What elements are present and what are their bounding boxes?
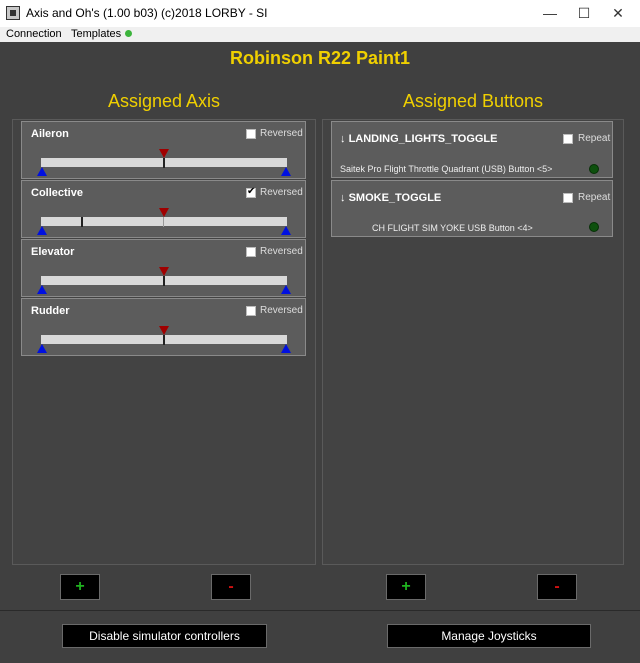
repeat-checkbox[interactable] xyxy=(563,134,573,144)
reversed-checkbox[interactable] xyxy=(246,306,256,316)
disable-simulator-controllers-button[interactable]: Disable simulator controllers xyxy=(62,624,267,648)
reversed-label: Reversed xyxy=(260,305,303,316)
button-status-led-icon xyxy=(589,164,599,174)
axis-card-collective[interactable]: Collective Reversed xyxy=(21,180,306,238)
axis-card-rudder[interactable]: Rudder Reversed xyxy=(21,298,306,356)
axis-section-title: Assigned Axis xyxy=(107,91,221,111)
title-bar: Axis and Oh's (1.00 b03) (c)2018 LORBY -… xyxy=(0,0,640,28)
axis-name: Aileron xyxy=(31,128,69,140)
button-event-name: ↓ LANDING_LIGHTS_TOGGLE xyxy=(340,133,498,145)
repeat-checkbox[interactable] xyxy=(563,193,573,203)
axis-name: Collective xyxy=(31,187,83,199)
repeat-label: Repeat xyxy=(578,192,611,203)
axis-track xyxy=(41,217,287,226)
reversed-checkbox[interactable] xyxy=(246,129,256,139)
device-button-label: CH FLIGHT SIM YOKE USB Button <4> xyxy=(372,223,533,233)
center-marker-icon[interactable] xyxy=(159,149,169,158)
center-marker-icon[interactable] xyxy=(159,267,169,276)
app-icon xyxy=(6,6,20,20)
axis-position-marker xyxy=(81,217,83,227)
menu-connection[interactable]: Connection xyxy=(6,28,62,40)
trigger-arrow-icon: ↓ xyxy=(340,192,346,204)
profile-title: Robinson R22 Paint1 xyxy=(229,48,411,68)
button-card-landing-lights[interactable]: ↓ LANDING_LIGHTS_TOGGLE Repeat Saitek Pr… xyxy=(331,121,613,178)
axis-name: Elevator xyxy=(31,246,75,258)
connection-status-icon xyxy=(125,30,132,37)
max-handle-icon[interactable] xyxy=(281,226,291,235)
device-button-label: Saitek Pro Flight Throttle Quadrant (USB… xyxy=(340,164,553,174)
min-handle-icon[interactable] xyxy=(37,344,47,353)
center-marker-icon[interactable] xyxy=(159,326,169,335)
axis-position-marker xyxy=(163,276,165,286)
reversed-label: Reversed xyxy=(260,246,303,257)
max-handle-icon[interactable] xyxy=(281,344,291,353)
button-status-led-icon xyxy=(589,222,599,232)
min-handle-icon[interactable] xyxy=(37,285,47,294)
center-marker-icon[interactable] xyxy=(159,208,169,217)
repeat-label: Repeat xyxy=(578,133,611,144)
axis-name: Rudder xyxy=(31,305,70,317)
window-title: Axis and Oh's (1.00 b03) (c)2018 LORBY -… xyxy=(26,6,268,20)
max-handle-icon[interactable] xyxy=(281,167,291,176)
axis-center-line xyxy=(163,217,164,227)
close-button[interactable]: ✕ xyxy=(595,0,640,27)
remove-axis-button[interactable]: - xyxy=(211,574,251,600)
manage-joysticks-button[interactable]: Manage Joysticks xyxy=(387,624,591,648)
min-handle-icon[interactable] xyxy=(37,167,47,176)
min-handle-icon[interactable] xyxy=(37,226,47,235)
reversed-label: Reversed xyxy=(260,187,303,198)
axis-position-marker xyxy=(163,158,165,168)
add-button-assignment-button[interactable]: + xyxy=(386,574,426,600)
trigger-arrow-icon: ↓ xyxy=(340,133,346,145)
reversed-label: Reversed xyxy=(260,128,303,139)
reversed-checkbox[interactable] xyxy=(246,186,256,198)
add-axis-button[interactable]: + xyxy=(60,574,100,600)
axis-position-marker xyxy=(163,335,165,345)
button-card-smoke-toggle[interactable]: ↓ SMOKE_TOGGLE Repeat CH FLIGHT SIM YOKE… xyxy=(331,180,613,237)
buttons-section-title: Assigned Buttons xyxy=(402,91,544,111)
remove-button-assignment-button[interactable]: - xyxy=(537,574,577,600)
axis-card-elevator[interactable]: Elevator Reversed xyxy=(21,239,306,297)
menu-bar: Connection Templates xyxy=(0,27,640,42)
reversed-checkbox[interactable] xyxy=(246,247,256,257)
menu-templates[interactable]: Templates xyxy=(71,28,121,40)
button-event-name: ↓ SMOKE_TOGGLE xyxy=(340,192,442,204)
axis-card-aileron[interactable]: Aileron Reversed xyxy=(21,121,306,179)
max-handle-icon[interactable] xyxy=(281,285,291,294)
